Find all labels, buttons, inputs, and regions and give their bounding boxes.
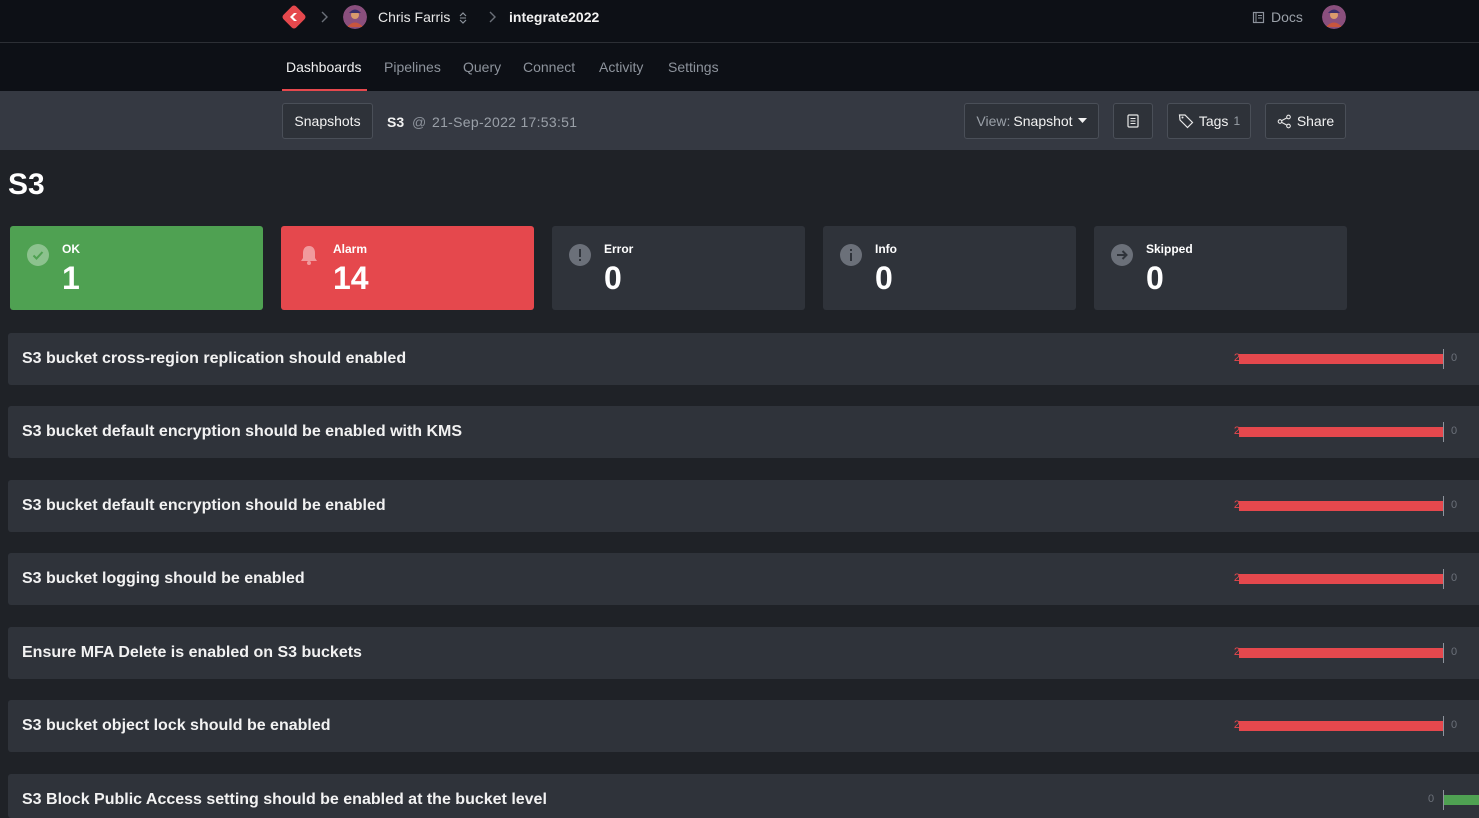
tags-button[interactable]: Tags 1 <box>1167 103 1251 139</box>
alarm-count-label: 2 <box>1233 499 1240 511</box>
tab-connect[interactable]: Connect <box>523 59 575 75</box>
ok-count-label: 0 <box>1451 572 1458 584</box>
ok-bar <box>1444 795 1479 805</box>
alarm-bar <box>1239 648 1443 658</box>
control-title: S3 Block Public Access setting should be… <box>22 791 547 808</box>
error-label: Error <box>604 242 634 256</box>
main-nav: Dashboards Pipelines Query Connect Activ… <box>0 43 1479 91</box>
switch-up-down-icon[interactable] <box>458 11 468 25</box>
ok-label: OK <box>62 242 80 256</box>
tab-query[interactable]: Query <box>463 59 501 75</box>
chevron-right-icon <box>321 11 328 23</box>
tags-count: 1 <box>1233 114 1241 128</box>
alarm-bar <box>1239 574 1443 584</box>
info-label: Info <box>875 242 897 256</box>
control-title: S3 bucket object lock should be enabled <box>22 717 331 734</box>
document-button[interactable] <box>1113 103 1153 139</box>
snapshot-timestamp: 21-Sep-2022 17:53:51 <box>432 114 578 130</box>
skipped-count: 0 <box>1146 260 1164 296</box>
control-row[interactable]: S3 bucket cross-region replication shoul… <box>8 333 1479 385</box>
ok-count: 1 <box>62 260 80 296</box>
ok-count-label: 0 <box>1451 499 1458 511</box>
control-title: S3 bucket default encryption should be e… <box>22 497 386 514</box>
breadcrumb-user[interactable]: Chris Farris <box>378 9 450 25</box>
app-logo-icon[interactable] <box>282 5 306 29</box>
snapshots-button[interactable]: Snapshots <box>282 103 373 139</box>
user-avatar[interactable] <box>343 5 367 29</box>
alarm-bar <box>1239 501 1443 511</box>
snapshot-toolbar: Snapshots S3 @ 21-Sep-2022 17:53:51 View… <box>0 91 1479 150</box>
summary-card-info[interactable]: Info 0 <box>823 226 1076 310</box>
tags-label: Tags <box>1198 113 1229 129</box>
snapshots-label: Snapshots <box>294 113 361 129</box>
bar-divider <box>1443 349 1444 369</box>
tab-pipelines[interactable]: Pipelines <box>384 59 441 75</box>
chevron-right-icon <box>489 11 496 23</box>
docs-label: Docs <box>1271 9 1303 25</box>
share-label: Share <box>1296 113 1335 129</box>
bar-divider <box>1443 643 1444 663</box>
ok-count-label: 0 <box>1451 352 1458 364</box>
view-mode-dropdown[interactable]: View: Snapshot <box>964 103 1099 139</box>
control-title: Ensure MFA Delete is enabled on S3 bucke… <box>22 644 362 661</box>
alarm-bar <box>1239 354 1443 364</box>
account-avatar[interactable] <box>1322 5 1346 29</box>
book-icon <box>1252 11 1265 23</box>
control-row[interactable]: Ensure MFA Delete is enabled on S3 bucke… <box>8 627 1479 679</box>
share-icon <box>1277 114 1291 128</box>
summary-card-ok[interactable]: OK 1 <box>10 226 263 310</box>
top-bar: Chris Farris integrate2022 Docs <box>0 0 1479 43</box>
alarm-label: Alarm <box>333 242 368 256</box>
snapshot-title: S3 <box>387 114 405 130</box>
view-value: Snapshot <box>1013 113 1073 129</box>
control-row[interactable]: S3 bucket logging should be enabled 2 0 <box>8 553 1479 605</box>
info-count: 0 <box>875 260 893 296</box>
bell-icon <box>301 246 317 265</box>
check-circle-icon <box>27 244 49 266</box>
summary-card-error[interactable]: Error 0 <box>552 226 805 310</box>
bar-divider <box>1443 569 1444 589</box>
page-title: S3 <box>8 168 45 201</box>
summary-card-alarm[interactable]: Alarm 14 <box>281 226 534 310</box>
ok-count-label: 0 <box>1451 425 1458 437</box>
control-title: S3 bucket logging should be enabled <box>22 570 305 587</box>
control-title: S3 bucket default encryption should be e… <box>22 423 463 440</box>
alarm-count: 14 <box>333 260 369 296</box>
control-row[interactable]: S3 bucket default encryption should be e… <box>8 406 1479 458</box>
tab-settings[interactable]: Settings <box>668 59 719 75</box>
view-prefix: View: <box>976 113 1011 129</box>
share-button[interactable]: Share <box>1265 103 1346 139</box>
ok-count-label: 0 <box>1451 719 1458 731</box>
arrow-right-circle-icon <box>1111 244 1133 266</box>
tab-activity[interactable]: Activity <box>599 59 643 75</box>
control-row[interactable]: S3 Block Public Access setting should be… <box>8 774 1479 818</box>
error-count: 0 <box>604 260 622 296</box>
tag-icon <box>1178 114 1194 129</box>
control-row[interactable]: S3 bucket default encryption should be e… <box>8 480 1479 532</box>
document-icon <box>1127 114 1139 128</box>
bar-divider <box>1443 496 1444 516</box>
alarm-bar <box>1239 427 1443 437</box>
control-title: S3 bucket cross-region replication shoul… <box>22 350 407 367</box>
alarm-bar <box>1239 721 1443 731</box>
alarm-count-label: 2 <box>1233 572 1240 584</box>
snapshot-at-symbol: @ <box>412 114 427 130</box>
exclamation-circle-icon <box>569 244 591 266</box>
docs-link[interactable]: Docs <box>1252 9 1303 25</box>
alarm-count-label: 2 <box>1233 646 1240 658</box>
bar-divider <box>1443 716 1444 736</box>
ok-count-label: 0 <box>1451 646 1458 658</box>
alarm-count-label: 2 <box>1233 425 1240 437</box>
breadcrumb-workspace[interactable]: integrate2022 <box>509 9 599 25</box>
skipped-label: Skipped <box>1146 242 1193 256</box>
alarm-count-label: 2 <box>1233 352 1240 364</box>
tab-dashboards[interactable]: Dashboards <box>286 59 362 75</box>
summary-card-skipped[interactable]: Skipped 0 <box>1094 226 1347 310</box>
alarm-count-label: 2 <box>1233 719 1240 731</box>
alarm-count-label: 0 <box>1428 793 1435 805</box>
caret-down-icon <box>1077 118 1087 123</box>
bar-divider <box>1443 422 1444 442</box>
control-row[interactable]: S3 bucket object lock should be enabled … <box>8 700 1479 752</box>
info-circle-icon <box>840 244 862 266</box>
